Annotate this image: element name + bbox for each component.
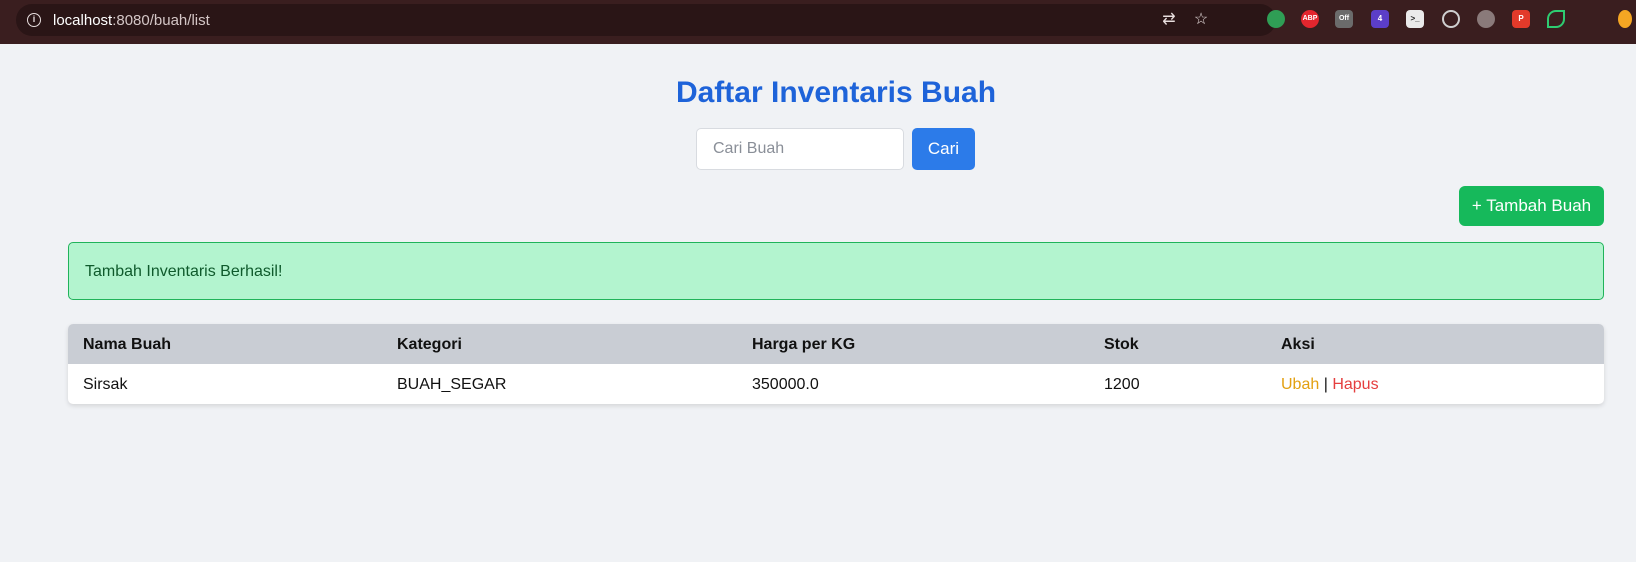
action-separator: | — [1323, 376, 1328, 393]
terminal-extension-icon[interactable]: >_ — [1406, 10, 1424, 28]
cell-kategori: BUAH_SEGAR — [397, 376, 507, 393]
cell-harga: 350000.0 — [752, 376, 819, 393]
cell-nama-buah: Sirsak — [83, 376, 128, 393]
header-nama-buah: Nama Buah — [83, 336, 172, 353]
search-input[interactable] — [696, 128, 904, 170]
off-toggle-extension-icon[interactable]: Off — [1335, 10, 1353, 28]
success-alert: Tambah Inventaris Berhasil! — [68, 242, 1604, 300]
edit-link[interactable]: Ubah — [1281, 376, 1319, 393]
search-button[interactable]: Cari — [912, 128, 975, 170]
browser-toolbar: i localhost:8080/buah/list ⇄ ☆ ABP Off 4… — [0, 0, 1636, 44]
robot-extension-icon[interactable] — [1477, 10, 1495, 28]
url-host: localhost — [53, 12, 113, 29]
counter-extension-icon[interactable]: 4 — [1371, 10, 1389, 28]
android-extension-icon[interactable] — [1267, 10, 1285, 28]
url-text[interactable]: localhost:8080/buah/list — [53, 12, 210, 29]
header-stok: Stok — [1104, 336, 1139, 353]
cell-stok: 1200 — [1104, 376, 1140, 393]
cell-aksi: Ubah | Hapus — [1281, 376, 1379, 394]
site-info-icon[interactable]: i — [27, 13, 41, 27]
page-title: Daftar Inventaris Buah — [675, 76, 997, 109]
url-path: :8080/buah/list — [112, 12, 210, 29]
table-header: Nama Buah Kategori Harga per KG Stok Aks… — [68, 324, 1604, 364]
address-bar[interactable]: i localhost:8080/buah/list ⇄ ☆ — [16, 4, 1276, 36]
translate-icon[interactable]: ⇄ — [1159, 10, 1179, 30]
delete-link[interactable]: Hapus — [1332, 376, 1378, 393]
inventory-table: Nama Buah Kategori Harga per KG Stok Aks… — [68, 324, 1604, 404]
adblock-plus-icon[interactable]: ABP — [1301, 10, 1319, 28]
bookmark-star-icon[interactable]: ☆ — [1191, 10, 1211, 30]
alert-message: Tambah Inventaris Berhasil! — [85, 263, 283, 280]
pdf-extension-icon[interactable]: P — [1512, 10, 1530, 28]
add-fruit-button[interactable]: + Tambah Buah — [1459, 186, 1604, 226]
header-harga: Harga per KG — [752, 336, 856, 353]
header-aksi: Aksi — [1281, 336, 1315, 353]
target-extension-icon[interactable] — [1442, 10, 1460, 28]
eye-extension-icon[interactable] — [1547, 10, 1565, 28]
header-kategori: Kategori — [397, 336, 462, 353]
orange-extension-icon[interactable] — [1618, 10, 1632, 28]
